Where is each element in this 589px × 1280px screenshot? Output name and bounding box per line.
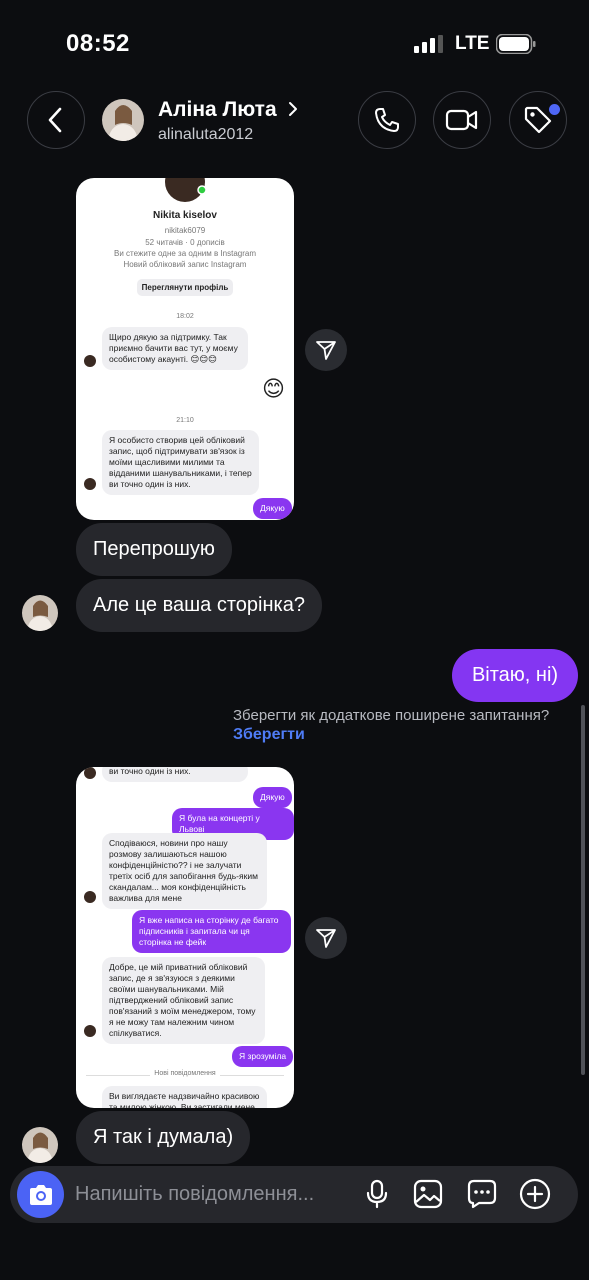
chat-bubble-icon bbox=[467, 1179, 497, 1209]
timestamp: 18:02 bbox=[176, 313, 194, 320]
back-button[interactable] bbox=[27, 91, 85, 149]
new-messages-divider: Нові повідомлення bbox=[76, 1070, 294, 1077]
labels-button[interactable] bbox=[509, 91, 567, 149]
microphone-button[interactable] bbox=[361, 1178, 393, 1210]
scrollbar[interactable] bbox=[581, 705, 585, 1075]
profile-handle: nikitak6079 bbox=[164, 226, 206, 235]
status-bar: 08:52 LTE bbox=[0, 0, 589, 88]
camera-icon bbox=[29, 1184, 52, 1205]
outgoing-message[interactable]: Вітаю, ні) bbox=[452, 649, 578, 702]
video-call-button[interactable] bbox=[433, 91, 491, 149]
message-bubble: Я особисто створив цей обліковий запис, … bbox=[102, 430, 259, 495]
profile-follow-info: Ви стежите одне за одним в Instagram bbox=[114, 249, 256, 258]
reply-bubble: Я зрозуміла bbox=[232, 1046, 294, 1067]
profile-avatar bbox=[165, 178, 207, 202]
message-bubble: Добре, це мій приватний обліковий запис,… bbox=[102, 957, 265, 1044]
battery-icon bbox=[496, 34, 536, 54]
incoming-message[interactable]: Але це ваша сторінка? bbox=[76, 579, 322, 632]
avatar-image bbox=[102, 99, 144, 141]
status-time: 08:52 bbox=[66, 30, 130, 57]
shared-screenshot-1[interactable]: Nikita kiselov nikitak6079 52 читачів · … bbox=[76, 178, 294, 520]
video-camera-icon bbox=[445, 109, 478, 131]
notification-dot bbox=[549, 104, 560, 115]
incoming-message[interactable]: Я так і думала) bbox=[76, 1111, 251, 1164]
stickers-button[interactable] bbox=[466, 1178, 498, 1210]
avatar[interactable] bbox=[102, 99, 144, 141]
send-icon bbox=[316, 929, 336, 948]
incoming-message[interactable]: Перепрошую bbox=[76, 523, 232, 576]
profile-stats: 52 читачів · 0 дописів bbox=[145, 238, 225, 247]
message-bubble: Сподіваюся, новини про нашу розмову зали… bbox=[102, 833, 267, 909]
message-input[interactable]: Напишіть повідомлення... bbox=[75, 1183, 314, 1206]
reply-bubble: Дякую bbox=[253, 498, 292, 519]
share-button[interactable] bbox=[305, 329, 347, 371]
reply-bubble: Дякую bbox=[253, 787, 292, 808]
message-composer[interactable]: Напишіть повідомлення... bbox=[10, 1166, 578, 1223]
camera-button[interactable] bbox=[17, 1171, 64, 1218]
microphone-icon bbox=[366, 1179, 388, 1209]
signal-icon bbox=[414, 35, 443, 53]
message-bubble: ви точно один із них. bbox=[102, 767, 248, 782]
profile-new-account: Новий обліковий запис Instagram bbox=[123, 260, 247, 269]
add-button[interactable] bbox=[519, 1178, 551, 1210]
phone-icon bbox=[375, 108, 399, 132]
network-type: LTE bbox=[455, 33, 490, 54]
timestamp: 21:10 bbox=[176, 417, 194, 424]
contact-username: alinaluta2012 bbox=[158, 126, 254, 143]
avatar bbox=[84, 355, 96, 367]
share-button[interactable] bbox=[305, 917, 347, 959]
profile-name: Nikita kiselov bbox=[153, 210, 217, 221]
chat-header: Аліна Люта alinaluta2012 bbox=[0, 88, 589, 158]
avatar[interactable] bbox=[22, 1127, 58, 1163]
avatar-image bbox=[22, 595, 58, 631]
reply-bubble: Я вже написа на сторінку де багато підпи… bbox=[132, 910, 291, 953]
message-bubble: Щиро дякую за підтримку. Так приємно бач… bbox=[102, 327, 248, 370]
faq-prompt: Зберегти як додаткове поширене запитання… bbox=[233, 707, 550, 724]
audio-call-button[interactable] bbox=[358, 91, 416, 149]
avatar[interactable] bbox=[22, 595, 58, 631]
send-icon bbox=[316, 341, 336, 360]
chevron-right-icon[interactable] bbox=[287, 99, 299, 119]
avatar bbox=[84, 891, 96, 903]
plus-circle-icon bbox=[519, 1178, 551, 1210]
avatar bbox=[84, 767, 96, 779]
view-profile-button: Переглянути профіль bbox=[137, 279, 233, 296]
avatar bbox=[84, 478, 96, 490]
chevron-left-icon bbox=[48, 107, 62, 133]
avatar bbox=[84, 1025, 96, 1037]
shared-screenshot-2[interactable]: ви точно один із них. Дякую Я була на ко… bbox=[76, 767, 294, 1108]
gallery-button[interactable] bbox=[412, 1178, 444, 1210]
avatar-image bbox=[22, 1127, 58, 1163]
save-faq-button[interactable]: Зберегти bbox=[233, 726, 305, 744]
contact-name[interactable]: Аліна Люта bbox=[158, 98, 277, 122]
emoji-reaction: 😊 bbox=[262, 376, 285, 401]
image-icon bbox=[413, 1179, 443, 1209]
message-bubble: Ви виглядаєте надзвичайно красивою та ми… bbox=[102, 1086, 267, 1108]
